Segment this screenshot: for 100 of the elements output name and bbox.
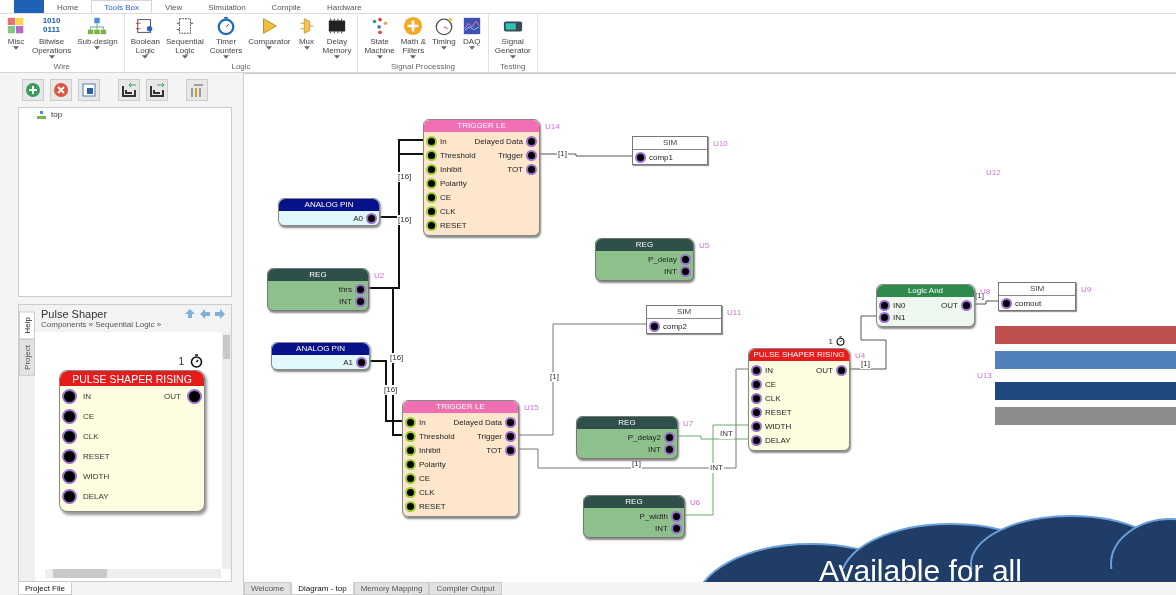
port-icon[interactable] (526, 135, 537, 147)
block-ref-label: U13 (977, 371, 992, 380)
port-icon[interactable] (426, 177, 437, 189)
ribbon-tool-button[interactable]: Mux (293, 14, 320, 62)
ribbon-tool-button[interactable]: 1010 0111 Bitwise Operations (29, 14, 75, 62)
side-tab[interactable]: Help (19, 311, 35, 340)
port-icon[interactable] (526, 163, 537, 175)
ribbon-tool-button[interactable]: Misc (3, 14, 29, 62)
port-icon[interactable] (505, 416, 516, 428)
document-tab[interactable]: Compiler Output (429, 582, 502, 595)
port-icon[interactable] (836, 364, 847, 376)
ribbon-tool-button[interactable]: State Machine (361, 14, 398, 62)
tool-label: DAQ (463, 37, 481, 46)
ribbon-tool-button[interactable]: Boolean Logic (127, 14, 163, 62)
port-icon[interactable] (505, 430, 516, 442)
port-icon[interactable] (505, 444, 516, 456)
toolbar-button[interactable] (118, 79, 140, 101)
wire-label: [16] (389, 353, 405, 363)
stopwatch-icon (836, 336, 845, 346)
port-icon[interactable] (426, 149, 437, 161)
document-tab[interactable]: Diagram - top (291, 582, 354, 595)
ribbon-tool-button[interactable]: Sequential Logic (163, 14, 207, 62)
toolbar-button[interactable] (78, 79, 100, 101)
side-tab[interactable]: Project (19, 339, 35, 377)
ribbon-tool-button[interactable]: Timer Counters (206, 14, 246, 62)
port-icon[interactable] (426, 191, 437, 203)
port-icon[interactable] (355, 295, 366, 307)
ribbon-tab[interactable]: Tools Box (91, 0, 153, 13)
port-icon[interactable] (405, 430, 416, 442)
icon-text: 1010 (42, 16, 61, 25)
port-icon[interactable] (751, 406, 762, 418)
tool-label: Filters (402, 46, 425, 55)
ribbon-tool-button[interactable]: Timing (429, 14, 459, 62)
ribbon-tool-button[interactable]: DAQ (458, 14, 485, 62)
ribbon-tool-button[interactable]: Sub-design (74, 14, 121, 62)
port-label: P_delay (648, 254, 677, 264)
port-icon[interactable] (751, 434, 762, 446)
port-icon[interactable] (751, 392, 762, 404)
port-icon[interactable] (671, 522, 682, 534)
component-block[interactable]: ANALOG PIN A1 (271, 342, 370, 370)
port-icon[interactable] (879, 311, 890, 323)
ribbon-tool-button[interactable]: Math & Filters (397, 14, 429, 62)
port-icon[interactable] (961, 299, 972, 311)
ribbon-tab[interactable]: Simulation (195, 0, 259, 13)
ribbon-tab[interactable]: View (152, 0, 196, 13)
port-label: CE (419, 473, 431, 483)
port-icon[interactable] (405, 458, 416, 470)
port-icon[interactable] (751, 420, 762, 432)
port-icon[interactable] (526, 149, 537, 161)
block-title: TRIGGER LE (403, 401, 518, 413)
port-icon[interactable] (680, 253, 691, 265)
port-icon[interactable] (879, 299, 890, 311)
port-icon[interactable] (671, 510, 682, 522)
port-icon[interactable] (635, 151, 646, 163)
port-icon[interactable] (680, 265, 691, 277)
port-icon[interactable] (1001, 297, 1012, 309)
port-icon[interactable] (426, 219, 437, 231)
component-block[interactable]: ANALOG PIN A0 (278, 198, 380, 226)
scrollbar[interactable] (222, 332, 231, 569)
tool-label: Delay (326, 37, 348, 46)
document-tab[interactable]: Welcome (244, 582, 292, 595)
port-icon[interactable] (751, 364, 762, 376)
ribbon-tool-button[interactable]: Signal Generator (491, 14, 534, 62)
port-icon[interactable] (664, 431, 675, 443)
port-icon[interactable] (426, 205, 437, 217)
block-ref-label: U4 (855, 351, 866, 360)
port-label: TOT (486, 445, 502, 455)
port-icon[interactable] (405, 472, 416, 484)
document-tab[interactable]: Memory Mapping (353, 582, 430, 595)
port-label: IN (83, 391, 91, 401)
tool-label: Mux (298, 37, 315, 46)
port-icon[interactable] (405, 416, 416, 428)
panel-tab[interactable]: Project File (18, 582, 72, 595)
ribbon-tab[interactable]: Hardware (313, 0, 375, 13)
tree-item[interactable]: top (37, 110, 213, 119)
port-icon[interactable] (366, 212, 377, 224)
port-icon[interactable] (664, 443, 675, 455)
wire-label: [16] (397, 172, 413, 182)
block-ref-label: U9 (1081, 285, 1092, 294)
port-icon[interactable] (405, 500, 416, 512)
import-icon (121, 82, 137, 98)
ribbon-tab[interactable]: Home (44, 0, 92, 13)
port-icon (62, 408, 77, 424)
toolbar-button[interactable] (146, 79, 168, 101)
port-icon[interactable] (405, 486, 416, 498)
port-label: WIDTH (765, 421, 792, 431)
ribbon-tool-button[interactable]: Comparator (245, 14, 294, 62)
port-icon[interactable] (426, 135, 437, 147)
port-icon[interactable] (405, 444, 416, 456)
port-icon[interactable] (751, 378, 762, 390)
scrollbar[interactable] (45, 569, 221, 578)
port-icon[interactable] (649, 320, 660, 332)
ribbon-tool-button[interactable]: Delay Memory (319, 14, 355, 62)
group-label: Wire (53, 62, 71, 72)
tool-label: Math & (400, 37, 426, 46)
port-icon[interactable] (355, 283, 366, 295)
ribbon-tab[interactable]: Compile (258, 0, 314, 13)
port-icon[interactable] (426, 163, 437, 175)
port-icon[interactable] (356, 356, 367, 368)
port-label: CE (83, 411, 95, 421)
